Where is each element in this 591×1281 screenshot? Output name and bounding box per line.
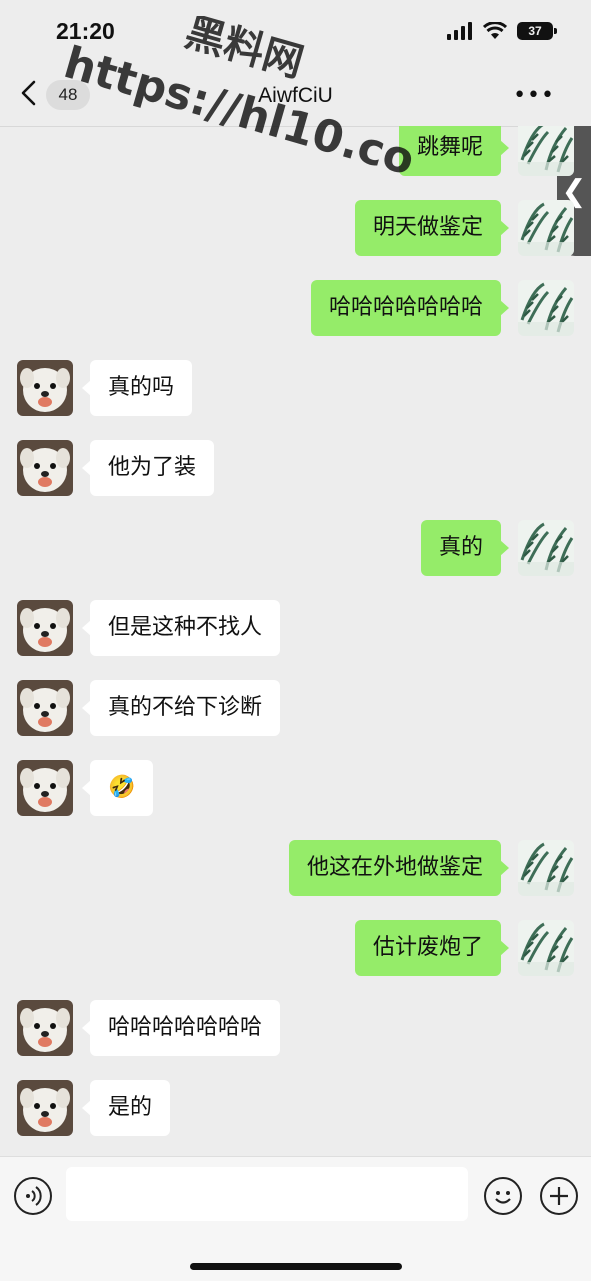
sent-message: 明天做鉴定 [0,200,591,258]
contact-avatar[interactable] [17,680,73,736]
message-bubble[interactable]: 他为了装 [81,440,215,496]
sent-message: 估计废炮了 [0,920,591,978]
message-bubble[interactable]: 他这在外地做鉴定 [288,840,510,896]
message-bubble[interactable]: 哈哈哈哈哈哈哈 [310,280,510,336]
input-bar [0,1156,591,1281]
fern-avatar-image [518,920,574,976]
plus-icon [550,1187,568,1205]
message-list[interactable]: 跳舞呢 明天做鉴定 哈哈哈哈哈哈哈 真的吗 他为了装 真的 但是这种不找人 真的不给下诊断 🤣 他… [0,126,591,1156]
message-bubble[interactable]: 但是这种不找人 [81,600,281,656]
message-bubble[interactable]: 跳舞呢 [398,126,510,176]
status-time: 21:20 [56,18,115,44]
received-message: 🤣 [0,760,591,818]
voice-icon [26,1186,42,1206]
status-bar: 21:20 37 [0,0,591,60]
nav-bar: 48 AiwfCiU ••• ❮ [0,60,591,256]
battery-icon: 37 [517,22,557,40]
my-avatar[interactable] [518,200,574,256]
dog-avatar-image [17,1000,73,1056]
sent-message: 他这在外地做鉴定 [0,840,591,898]
emoji-icon [495,1191,511,1204]
wifi-icon [483,22,507,39]
received-message: 哈哈哈哈哈哈哈 [0,1000,591,1058]
sent-message: 真的 [0,520,591,578]
my-avatar[interactable] [518,280,574,336]
message-bubble[interactable]: 哈哈哈哈哈哈哈 [81,1000,281,1056]
received-message: 真的不给下诊断 [0,680,591,738]
fern-avatar-image [518,126,574,176]
dog-avatar-image [17,680,73,736]
emoji-button[interactable] [484,1177,522,1215]
fern-avatar-image [518,280,574,336]
received-message: 是的 [0,1080,591,1138]
contact-avatar[interactable] [17,600,73,656]
dog-avatar-image [17,760,73,816]
chat-title: AiwfCiU [258,84,333,107]
home-indicator [190,1263,402,1270]
fern-avatar-image [518,840,574,896]
message-bubble[interactable]: 🤣 [81,760,154,816]
my-avatar[interactable] [518,126,574,176]
message-bubble[interactable]: 真的吗 [81,360,193,416]
voice-button[interactable] [14,1177,52,1215]
dog-avatar-image [17,600,73,656]
message-bubble[interactable]: 真的不给下诊断 [81,680,281,736]
dog-avatar-image [17,360,73,416]
fern-avatar-image [518,200,574,256]
more-icon[interactable]: ••• [513,85,555,107]
signal-icon [447,22,472,40]
received-message: 真的吗 [0,360,591,418]
status-icons: 37 [447,22,557,40]
my-avatar[interactable] [518,840,574,896]
sent-message: 哈哈哈哈哈哈哈 [0,280,591,338]
message-bubble[interactable]: 估计废炮了 [354,920,510,976]
dog-avatar-image [17,1080,73,1136]
contact-avatar[interactable] [17,440,73,496]
dog-avatar-image [17,440,73,496]
message-input[interactable] [66,1167,468,1221]
received-message: 他为了装 [0,440,591,498]
message-bubble[interactable]: 是的 [81,1080,171,1136]
fern-avatar-image [518,520,574,576]
my-avatar[interactable] [518,520,574,576]
contact-avatar[interactable] [17,760,73,816]
contact-avatar[interactable] [17,1080,73,1136]
contact-avatar[interactable] [17,1000,73,1056]
my-avatar[interactable] [518,920,574,976]
message-bubble[interactable]: 明天做鉴定 [354,200,510,256]
received-message: 但是这种不找人 [0,600,591,658]
message-bubble[interactable]: 真的 [420,520,510,576]
sent-message: 跳舞呢 [0,126,591,178]
add-button[interactable] [540,1177,578,1215]
contact-avatar[interactable] [17,360,73,416]
